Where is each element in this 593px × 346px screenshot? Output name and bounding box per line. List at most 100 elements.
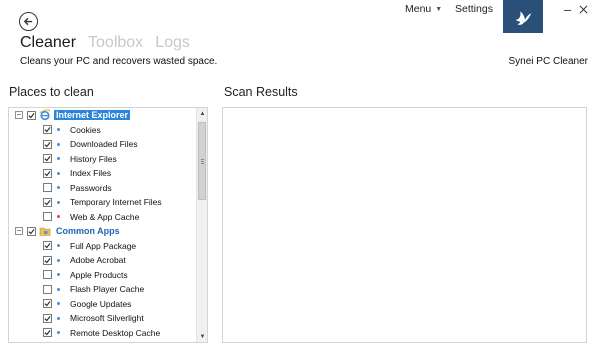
tree-item-cookies[interactable]: Cookies [9, 123, 197, 138]
item-checkbox[interactable] [43, 168, 52, 178]
tree-item-web-app-cache[interactable]: Web & App Cache [9, 210, 197, 225]
tree-item-label: Passwords [70, 182, 112, 193]
caret-down-icon: ▼ [435, 5, 443, 13]
tree-item-microsoft-silverlight[interactable]: Microsoft Silverlight [9, 311, 197, 326]
item-checkbox[interactable] [43, 284, 52, 294]
collapse-toggle-icon[interactable]: − [15, 111, 23, 120]
tree-item-label: Downloaded Files [70, 139, 138, 150]
tree-item-label: Temporary Internet Files [70, 197, 162, 208]
arrow-left-icon [23, 17, 33, 26]
bullet-icon [57, 331, 60, 335]
scrollbar-thumb[interactable] [198, 122, 206, 200]
bullet-icon [57, 258, 60, 262]
group-checkbox[interactable] [27, 110, 36, 120]
tree-item-label: Adobe Acrobat [70, 255, 126, 266]
group-checkbox[interactable] [27, 226, 36, 236]
tree-item-index-files[interactable]: Index Files [9, 166, 197, 181]
settings-button[interactable]: Settings [455, 3, 493, 15]
collapse-toggle-icon[interactable]: − [15, 227, 23, 236]
tree-item-label: Index Files [70, 168, 112, 179]
tree-item-label: Full App Package [70, 240, 137, 251]
bullet-icon [57, 273, 60, 277]
places-to-clean-heading: Places to clean [9, 85, 94, 99]
checkmark-icon [44, 199, 51, 206]
item-checkbox[interactable] [43, 255, 52, 265]
checkmark-icon [44, 330, 51, 336]
bullet-icon [57, 215, 60, 219]
menu-label: Menu [405, 3, 432, 15]
tree-item-history-files[interactable]: History Files [9, 152, 197, 167]
minimize-icon [563, 9, 571, 11]
tree-item-label: History Files [70, 153, 117, 164]
bullet-icon [57, 302, 60, 306]
item-checkbox[interactable] [43, 313, 52, 323]
scan-results-heading: Scan Results [224, 85, 298, 99]
item-checkbox[interactable] [43, 154, 52, 164]
checkmark-icon [28, 228, 35, 235]
tree-group-label: Internet Explorer [54, 110, 131, 121]
tree-group-label: Common Apps [56, 226, 120, 237]
bullet-icon [57, 142, 60, 146]
bullet-icon [57, 171, 60, 175]
tree-item-full-app-package[interactable]: Full App Package [9, 239, 197, 254]
close-icon [579, 5, 587, 13]
scroll-down-icon[interactable]: ▼ [197, 331, 207, 342]
tree-item-passwords[interactable]: Passwords [9, 181, 197, 196]
places-tree: − Internet Explorer Cookies Downloaded F… [8, 107, 208, 343]
tree-group-internet-explorer[interactable]: − Internet Explorer [9, 108, 197, 123]
close-button[interactable] [576, 2, 590, 16]
brand-name: Synei PC Cleaner [508, 56, 588, 67]
item-checkbox[interactable] [43, 212, 52, 222]
tree-item-label: Cookies [70, 124, 101, 135]
tree-item-label: Remote Desktop Cache [70, 327, 161, 338]
checkmark-icon [44, 257, 51, 264]
checkmark-icon [44, 141, 51, 148]
scroll-up-icon[interactable]: ▲ [197, 108, 207, 119]
tree-item-remote-desktop-cache[interactable]: Remote Desktop Cache [9, 326, 197, 341]
scan-results-panel [222, 107, 587, 343]
item-checkbox[interactable] [43, 125, 52, 135]
checkmark-icon [44, 243, 51, 249]
checkmark-icon [44, 156, 51, 162]
item-checkbox[interactable] [43, 241, 52, 251]
page-tagline: Cleans your PC and recovers wasted space… [20, 56, 218, 67]
item-checkbox[interactable] [43, 183, 52, 193]
bullet-icon [57, 186, 60, 190]
checkmark-icon [44, 127, 51, 133]
tree-item-adobe-acrobat[interactable]: Adobe Acrobat [9, 253, 197, 268]
tree-item-label: Web & App Cache [70, 211, 140, 222]
tab-cleaner[interactable]: Cleaner [20, 34, 76, 52]
tree-item-apple-products[interactable]: Apple Products [9, 268, 197, 283]
tree-item-google-updates[interactable]: Google Updates [9, 297, 197, 312]
bullet-icon [57, 200, 60, 204]
back-button[interactable] [19, 12, 38, 31]
menu-button[interactable]: Menu ▼ [405, 3, 442, 15]
tree-item-flash-player-cache[interactable]: Flash Player Cache [9, 282, 197, 297]
tab-toolbox[interactable]: Toolbox [88, 34, 143, 52]
item-checkbox[interactable] [43, 270, 52, 280]
apps-folder-icon [39, 225, 51, 237]
item-checkbox[interactable] [43, 328, 52, 338]
app-header: Cleaner Toolbox Logs Cleans your PC and … [0, 0, 593, 72]
bullet-icon [57, 244, 60, 248]
tree-item-temporary-internet-files[interactable]: Temporary Internet Files [9, 195, 197, 210]
item-checkbox[interactable] [43, 139, 52, 149]
checkmark-icon [44, 315, 51, 322]
checkmark-icon [28, 112, 35, 119]
bird-logo-icon [515, 11, 532, 25]
checkmark-icon [44, 301, 51, 307]
tree-group-common-apps[interactable]: − Common Apps [9, 224, 197, 239]
tree-item-downloaded-files[interactable]: Downloaded Files [9, 137, 197, 152]
tab-logs[interactable]: Logs [155, 34, 190, 52]
tree-item-label: Flash Player Cache [70, 284, 145, 295]
tree-scrollbar[interactable]: ▲ ▼ [196, 108, 207, 342]
tree-item-label: Microsoft Silverlight [70, 313, 144, 324]
tree-item-label: Google Updates [70, 298, 132, 309]
minimize-button[interactable] [560, 2, 574, 16]
checkmark-icon [44, 170, 51, 177]
internet-explorer-icon [39, 109, 51, 121]
bullet-icon [57, 157, 60, 161]
bullet-icon [57, 128, 60, 132]
item-checkbox[interactable] [43, 299, 52, 309]
item-checkbox[interactable] [43, 197, 52, 207]
